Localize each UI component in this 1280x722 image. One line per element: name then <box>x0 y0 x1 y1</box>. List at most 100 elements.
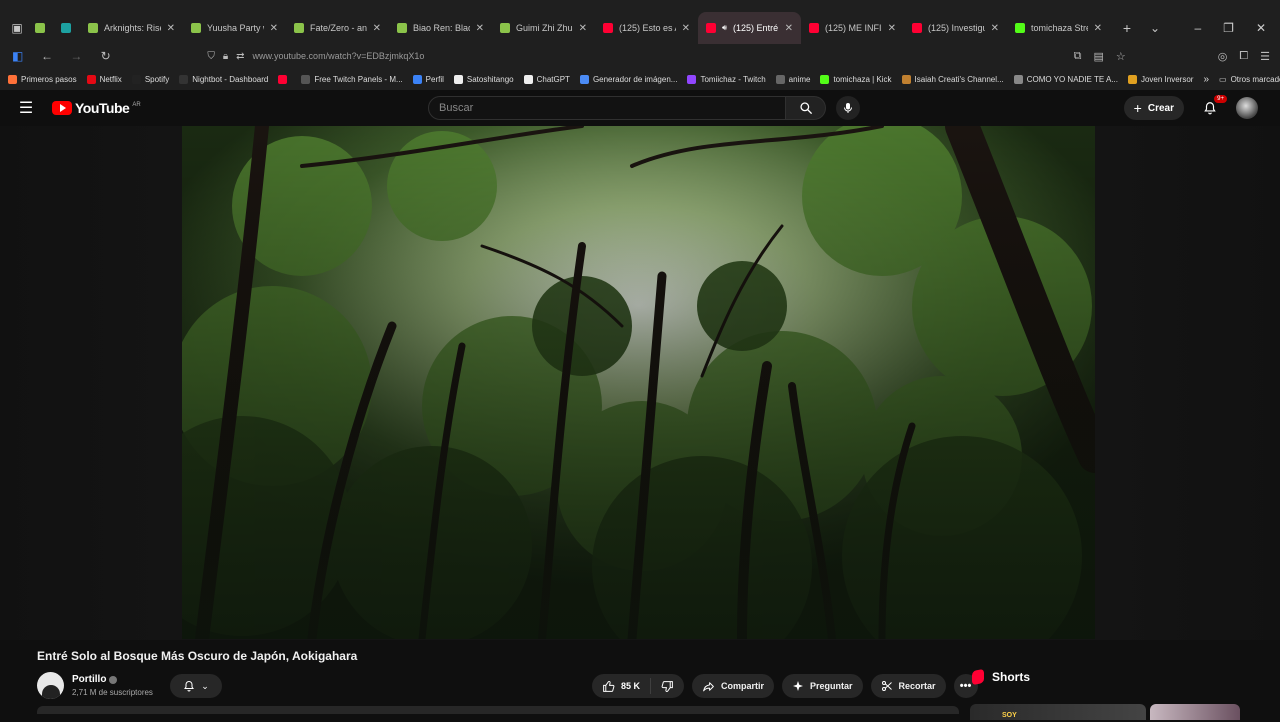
ask-button[interactable]: Preguntar <box>782 674 863 698</box>
notifications-button[interactable]: 9+ <box>1198 95 1227 120</box>
bookmark-item[interactable]: anime <box>775 74 811 84</box>
tab-title: Guimi Zhi Zhu: Xia <box>516 23 573 33</box>
tab[interactable]: Biao Ren: Blades o ✕ <box>389 12 492 44</box>
tab-close-icon[interactable]: ✕ <box>991 23 999 34</box>
other-bookmarks[interactable]: » ▭Otros marcadores <box>1203 74 1280 85</box>
channel-name[interactable]: Portillo <box>72 674 106 685</box>
tab[interactable]: tomichaza Stream ✕ <box>1007 12 1110 44</box>
bookmark-star-icon[interactable]: ☆ <box>1116 50 1126 63</box>
tab-overflow-icon[interactable]: ⌄ <box>1144 12 1166 44</box>
video-player[interactable] <box>182 126 1095 639</box>
bookmark-item[interactable]: Perfil <box>412 74 444 84</box>
create-button[interactable]: + Crear <box>1123 96 1184 120</box>
tab-close-icon[interactable]: ✕ <box>888 23 896 34</box>
new-tab-icon[interactable]: + <box>1116 12 1138 44</box>
sidebar-toggle-icon[interactable]: ◧ <box>10 48 25 64</box>
bookmark-item[interactable]: Isaiah Creati's Channel... <box>901 74 1004 84</box>
tab-pinned[interactable] <box>28 12 54 44</box>
minimize-icon[interactable]: – <box>1194 21 1201 35</box>
bookmark-item[interactable]: tomichaza | Kick <box>820 74 892 84</box>
bookmark-item[interactable]: Free Twitch Panels - M... <box>301 74 403 84</box>
tab-close-icon[interactable]: ✕ <box>1094 23 1102 34</box>
tab-title: Arknights: Rise fro <box>104 23 161 33</box>
tab-list-icon[interactable]: ▣ <box>6 12 28 44</box>
clip-button[interactable]: Recortar <box>870 674 946 698</box>
reload-icon[interactable]: ↻ <box>98 48 113 64</box>
search-input[interactable] <box>439 102 785 114</box>
channel-avatar[interactable] <box>37 672 64 699</box>
like-count: 85 K <box>621 681 641 691</box>
tab-close-icon[interactable]: ✕ <box>476 23 484 34</box>
tab-close-icon[interactable]: ✕ <box>682 23 690 34</box>
bookmark-item[interactable]: Nightbot - Dashboard <box>179 74 268 84</box>
shield-icon[interactable]: ⛉ <box>207 51 215 62</box>
bookmark-label: Generador de imágen... <box>592 74 678 84</box>
other-bookmarks-folder[interactable]: ▭Otros marcadores <box>1219 75 1280 84</box>
tab-close-icon[interactable]: ✕ <box>373 23 381 34</box>
short-thumbnail[interactable] <box>1150 704 1240 720</box>
ask-label: Preguntar <box>810 681 853 691</box>
tab[interactable]: Arknights: Rise fro ✕ <box>80 12 183 44</box>
tab-close-icon[interactable]: ✕ <box>579 23 587 34</box>
bookmark-item[interactable]: Satoshitango <box>453 74 514 84</box>
clip-label: Recortar <box>898 681 936 691</box>
picture-in-picture-icon[interactable]: ⧉ <box>1074 50 1082 63</box>
back-icon[interactable]: ← <box>39 48 54 64</box>
chevron-down-icon: ⌄ <box>201 680 209 691</box>
bookmark-favicon-icon <box>453 74 463 84</box>
bookmark-item[interactable]: Primeros pasos <box>8 74 77 84</box>
tab-active[interactable]: 🔊︎ (125) Entré S ✕ <box>698 12 801 44</box>
tab-close-icon[interactable]: ✕ <box>270 23 278 34</box>
permissions-icon[interactable]: ⇄ <box>236 51 244 62</box>
bookmark-item[interactable]: ChatGPT <box>523 74 570 84</box>
close-window-icon[interactable]: ✕ <box>1256 21 1266 35</box>
tab-close-icon[interactable]: ✕ <box>785 23 793 34</box>
guide-menu-icon[interactable]: ☰ <box>0 98 52 118</box>
tab-close-icon[interactable]: ✕ <box>167 23 175 34</box>
url-text[interactable]: www.youtube.com/watch?v=EDBzjmkqX1o <box>253 51 425 61</box>
bookmark-favicon-icon <box>1013 74 1023 84</box>
chevron-more-icon[interactable]: » <box>1203 74 1209 85</box>
tab[interactable]: (125) ME INFILTR ✕ <box>801 12 904 44</box>
search-button[interactable] <box>786 96 826 120</box>
header-actions: + Crear 9+ <box>1123 95 1258 120</box>
bookmark-item[interactable]: Spotify <box>131 74 169 84</box>
video-title: Entré Solo al Bosque Más Oscuro de Japón… <box>37 649 358 663</box>
description-box-edge[interactable] <box>37 706 959 714</box>
tab[interactable]: (125) Investigué e ✕ <box>904 12 1007 44</box>
tab-pinned[interactable] <box>54 12 80 44</box>
account-icon[interactable]: ◎ <box>1218 50 1228 63</box>
bookmark-item[interactable] <box>278 74 291 84</box>
bookmark-item[interactable]: Tomiichaz - Twitch <box>687 74 766 84</box>
lock-icon[interactable]: 🔒︎ <box>223 51 228 62</box>
subscription-bell-button[interactable]: ⌄ <box>170 674 222 698</box>
address-bar[interactable]: ⛉ 🔒︎ ⇄ www.youtube.com/watch?v=EDBzjmkqX… <box>207 46 1059 66</box>
tab-audio-icon[interactable]: 🔊︎ <box>722 23 727 33</box>
youtube-logo[interactable]: YouTube AR <box>52 100 141 116</box>
restore-icon[interactable]: ❐ <box>1223 21 1234 35</box>
bookmarks-bar: Primeros pasos Netflix Spotify Nightbot - D… <box>0 68 1280 90</box>
extensions-icon[interactable]: ⧠ <box>1239 50 1248 63</box>
notification-badge: 9+ <box>1214 95 1227 103</box>
share-button[interactable]: Compartir <box>692 674 775 698</box>
tab[interactable]: Yuusha Party wo C ✕ <box>183 12 286 44</box>
forward-icon[interactable]: → <box>69 48 84 64</box>
tab-favicon-icon <box>912 23 922 33</box>
voice-search-button[interactable] <box>836 96 860 120</box>
bookmark-item[interactable]: Generador de imágen... <box>579 74 678 84</box>
bookmark-item[interactable]: Joven Inversor <box>1127 74 1193 84</box>
screenshot-icon[interactable]: ▤ <box>1093 50 1103 63</box>
short-thumbnail[interactable]: SOY <box>970 704 1146 720</box>
tab[interactable]: Guimi Zhi Zhu: Xia ✕ <box>492 12 595 44</box>
bookmark-item[interactable]: COMO YO NADIE TE A... <box>1013 74 1118 84</box>
video-actions: 85 K Compartir Preguntar Recortar ••• <box>592 674 978 698</box>
like-button[interactable]: 85 K <box>592 678 652 694</box>
channel-name-row[interactable]: Portillo <box>72 674 118 685</box>
bookmark-label: anime <box>788 74 811 84</box>
bookmark-item[interactable]: Netflix <box>86 74 122 84</box>
user-avatar[interactable] <box>1236 97 1258 119</box>
menu-icon[interactable]: ☰ <box>1260 50 1270 63</box>
dislike-button[interactable] <box>651 674 684 698</box>
tab[interactable]: Fate/Zero - anime ✕ <box>286 12 389 44</box>
tab[interactable]: (125) Esto es Arge ✕ <box>595 12 698 44</box>
